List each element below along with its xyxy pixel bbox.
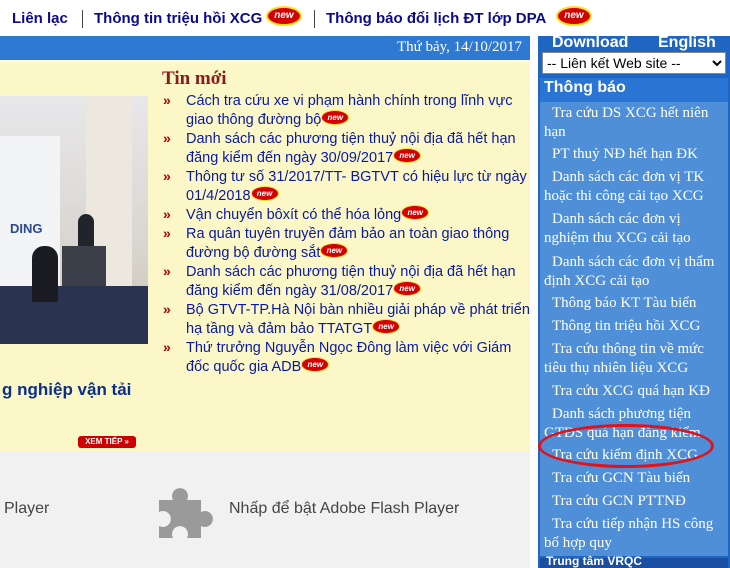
english-link[interactable]: English (658, 34, 716, 52)
news-item[interactable]: » Thứ trưởng Nguyễn Ngọc Đông làm việc vớ… (160, 339, 532, 377)
news-item[interactable]: » Vận chuyển bôxít có thể hóa lỏng new (160, 206, 532, 225)
notices-links: Tra cứu DS XCG hết niên hạn PT thuỷ NĐ h… (540, 102, 728, 556)
latest-news-panel: Tin mới » Cách tra cứu xe vi phạm hành ch… (160, 62, 530, 452)
right-sidebar: Download English -- Liên kết Web site --… (538, 34, 730, 568)
double-chevron-icon: » (163, 225, 171, 241)
new-badge-icon: new (394, 282, 421, 295)
highlight-ellipse (538, 424, 714, 468)
nav-divider (314, 10, 315, 28)
sidebar-link[interactable]: Tra cứu tiếp nhận HS công bố hợp quy (544, 515, 726, 553)
top-navigation: Liên lạc Thông tin triệu hồi XCG new Thô… (0, 0, 730, 36)
sidebar-link[interactable]: Tra cứu DS XCG hết niên hạn (544, 104, 726, 142)
date-bar: Thứ bảy, 14/10/2017 (0, 36, 530, 60)
notices-title: Thông báo (544, 79, 626, 96)
news-item-title[interactable]: Danh sách các phương tiện thuỷ nội địa đ… (186, 131, 516, 166)
nav-divider (82, 10, 83, 28)
double-chevron-icon: » (163, 263, 171, 279)
new-badge-icon: new (321, 244, 348, 257)
plugin-puzzle-icon (159, 488, 213, 538)
new-badge-icon: new (402, 206, 429, 219)
sidebar-link[interactable]: Tra cứu GCN Tàu biển (544, 469, 726, 488)
banner-caption[interactable]: g nghiệp vận tải (2, 380, 131, 400)
news-item-title[interactable]: Bộ GTVT-TP.Hà Nội bàn nhiều giải pháp về… (186, 302, 530, 337)
sidebar-footer-title: Trung tâm VRQC (546, 554, 643, 568)
featured-banner: DING g nghiệp vận tải XEM TIẾP » (0, 62, 160, 452)
featured-photo[interactable]: DING (0, 96, 148, 344)
double-chevron-icon: » (163, 168, 171, 184)
new-badge-icon: new (558, 8, 590, 24)
news-item-title[interactable]: Cách tra cứu xe vi phạm hành chính trong… (186, 93, 513, 128)
sidebar-link[interactable]: Tra cứu GCN PTTNĐ (544, 492, 726, 511)
backdrop-logo-text: DING (10, 221, 43, 236)
website-links-select[interactable]: -- Liên kết Web site -- (542, 52, 726, 74)
double-chevron-icon: » (163, 92, 171, 108)
sidebar-footer-header: Trung tâm VRQC (540, 554, 728, 568)
flash-left-text: Player (4, 500, 50, 517)
double-chevron-icon: » (163, 130, 171, 146)
new-badge-icon: new (373, 320, 400, 333)
news-item-title[interactable]: Thông tư số 31/2017/TT- BGTVT có hiệu lự… (186, 169, 527, 204)
news-item[interactable]: » Ra quân tuyên truyền đảm bảo an toàn gi… (160, 225, 532, 263)
current-date: Thứ bảy, 14/10/2017 (396, 39, 522, 55)
sidebar-link[interactable]: Tra cứu XCG quá hạn KĐ (544, 382, 726, 401)
sidebar-link[interactable]: Tra cứu thông tin về mức tiêu thụ nhiên … (544, 340, 726, 378)
nav-link-schedule-change[interactable]: Thông báo đổi lịch ĐT lớp DPA (326, 10, 546, 27)
news-item-title[interactable]: Danh sách các phương tiện thuỷ nội địa đ… (186, 264, 516, 299)
news-item-title[interactable]: Thứ trưởng Nguyễn Ngọc Đông làm việc với… (186, 340, 511, 375)
sidebar-link[interactable]: PT thuỷ NĐ hết hạn ĐK (544, 145, 726, 164)
news-item[interactable]: » Danh sách các phương tiện thuỷ nội địa … (160, 130, 532, 168)
notices-header: Thông báo (540, 78, 728, 102)
conference-table (0, 286, 148, 344)
new-badge-icon: new (302, 358, 329, 371)
attendee-figure (32, 246, 58, 302)
download-link[interactable]: Download (552, 34, 628, 52)
news-item-title[interactable]: Vận chuyển bôxít có thể hóa lỏng (186, 207, 401, 223)
new-badge-icon: new (268, 8, 300, 24)
sidebar-link[interactable]: Danh sách các đơn vị TK hoặc thi công cả… (544, 168, 726, 206)
sidebar-link[interactable]: Thông tin triệu hồi XCG (544, 317, 726, 336)
new-badge-icon: new (251, 187, 278, 200)
sidebar-link[interactable]: Danh sách các đơn vị nghiệm thu XCG cải … (544, 210, 726, 248)
nav-link-recall-info[interactable]: Thông tin triệu hồi XCG (94, 10, 262, 27)
new-badge-icon: new (322, 111, 349, 124)
read-more-button[interactable]: XEM TIẾP » (78, 436, 136, 448)
double-chevron-icon: » (163, 301, 171, 317)
double-chevron-icon: » (163, 339, 171, 355)
news-item[interactable]: » Bộ GTVT-TP.Hà Nội bàn nhiều giải pháp v… (160, 301, 532, 339)
double-chevron-icon: » (163, 206, 171, 222)
news-item[interactable]: » Danh sách các phương tiện thuỷ nội địa … (160, 263, 532, 301)
news-item-title[interactable]: Ra quân tuyên truyền đảm bảo an toàn gia… (186, 226, 509, 261)
news-heading: Tin mới (162, 68, 227, 89)
enable-flash-prompt[interactable]: Nhấp để bật Adobe Flash Player (229, 500, 459, 518)
news-item[interactable]: » Cách tra cứu xe vi phạm hành chính tron… (160, 92, 532, 130)
flash-placeholder[interactable]: Player Nhấp để bật Adobe Flash Player (0, 452, 530, 568)
sidebar-link[interactable]: Thông báo KT Tàu biển (544, 294, 726, 313)
nav-link-contact[interactable]: Liên lạc (12, 10, 68, 27)
news-list: » Cách tra cứu xe vi phạm hành chính tron… (160, 92, 532, 377)
new-badge-icon: new (394, 149, 421, 162)
news-item[interactable]: » Thông tư số 31/2017/TT- BGTVT có hiệu l… (160, 168, 532, 206)
sidebar-link[interactable]: Danh sách các đơn vị thẩm định XCG cải t… (544, 253, 726, 291)
